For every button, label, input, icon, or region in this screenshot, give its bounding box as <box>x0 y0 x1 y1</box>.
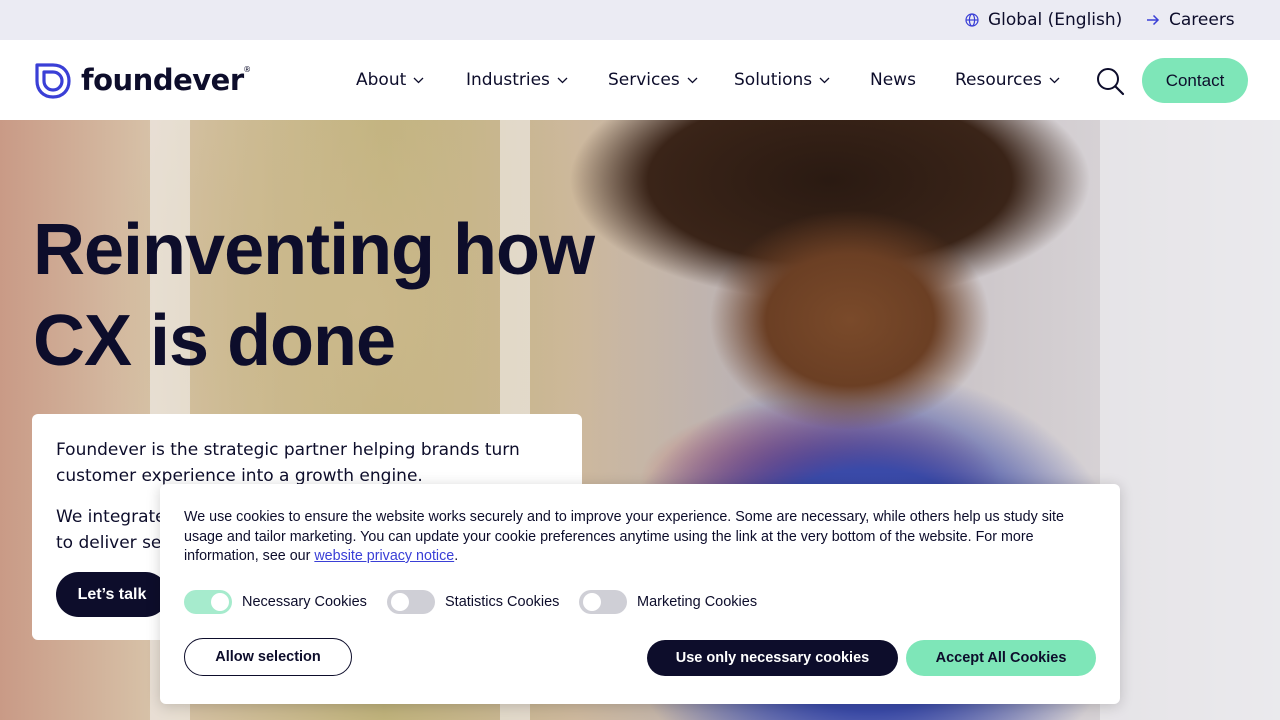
privacy-notice-link[interactable]: website privacy notice <box>314 548 454 564</box>
search-icon <box>1095 68 1125 100</box>
toggle-label: Statistics Cookies <box>445 594 560 610</box>
cookie-notice-text: We use cookies to ensure the website wor… <box>184 509 1064 564</box>
search-button[interactable] <box>1095 66 1125 96</box>
hero-title-line: Reinventing how <box>33 210 595 290</box>
careers-link[interactable]: Careers <box>1146 0 1235 40</box>
careers-label: Careers <box>1169 10 1235 30</box>
necessary-cookies-toggle[interactable]: Necessary Cookies <box>184 590 367 614</box>
nav-item-services[interactable]: Services <box>608 40 698 120</box>
toggle-switch[interactable] <box>184 590 232 614</box>
toggle-switch[interactable] <box>387 590 435 614</box>
allow-selection-button[interactable]: Allow selection <box>184 638 352 676</box>
chevron-down-icon <box>557 77 568 84</box>
foundever-logo[interactable]: foundever ® <box>31 59 251 101</box>
chevron-down-icon <box>413 77 424 84</box>
region-label: Global (English) <box>988 10 1123 30</box>
cookie-consent-banner: We use cookies to ensure the website wor… <box>160 484 1120 704</box>
chevron-down-icon <box>819 77 830 84</box>
statistics-cookies-toggle[interactable]: Statistics Cookies <box>387 590 559 614</box>
region-selector[interactable]: Global (English) <box>965 0 1122 40</box>
contact-button[interactable]: Contact <box>1142 58 1248 103</box>
chevron-down-icon <box>1049 77 1060 84</box>
use-only-necessary-cookies-button[interactable]: Use only necessary cookies <box>647 640 898 676</box>
nav-item-solutions[interactable]: Solutions <box>734 40 830 120</box>
chevron-down-icon <box>687 77 698 84</box>
foundever-logo-icon <box>31 59 73 101</box>
logo-wordmark: foundever ® <box>81 63 251 97</box>
nav-item-label: About <box>356 70 407 90</box>
toggle-switch[interactable] <box>579 590 627 614</box>
globe-icon <box>965 13 979 27</box>
nav-item-resources[interactable]: Resources <box>955 40 1060 120</box>
marketing-cookies-toggle[interactable]: Marketing Cookies <box>579 590 757 614</box>
toggle-label: Necessary Cookies <box>242 594 367 610</box>
nav-item-label: Industries <box>466 70 550 90</box>
nav-item-industries[interactable]: Industries <box>466 40 568 120</box>
top-utility-bar: Global (English) Careers <box>0 0 1280 40</box>
nav-item-label: News <box>870 70 916 90</box>
hero-title-line: CX is done <box>33 301 396 381</box>
nav-item-news[interactable]: News <box>870 40 916 120</box>
nav-item-label: Solutions <box>734 70 813 90</box>
lets-talk-button[interactable]: Let’s talk <box>56 572 168 617</box>
toggle-label: Marketing Cookies <box>637 594 758 610</box>
hero-title: Reinventing how CX is done <box>33 205 733 387</box>
nav-item-about[interactable]: About <box>356 40 424 120</box>
hero-paragraph: Foundever is the strategic partner helpi… <box>56 440 520 486</box>
toggle-knob <box>583 593 601 611</box>
nav-item-label: Resources <box>955 70 1042 90</box>
hero-background-window <box>1100 120 1280 720</box>
nav-item-label: Services <box>608 70 680 90</box>
toggle-knob <box>391 593 409 611</box>
accept-all-cookies-button[interactable]: Accept All Cookies <box>906 640 1096 676</box>
arrow-right-icon <box>1146 13 1160 27</box>
toggle-knob <box>211 593 229 611</box>
